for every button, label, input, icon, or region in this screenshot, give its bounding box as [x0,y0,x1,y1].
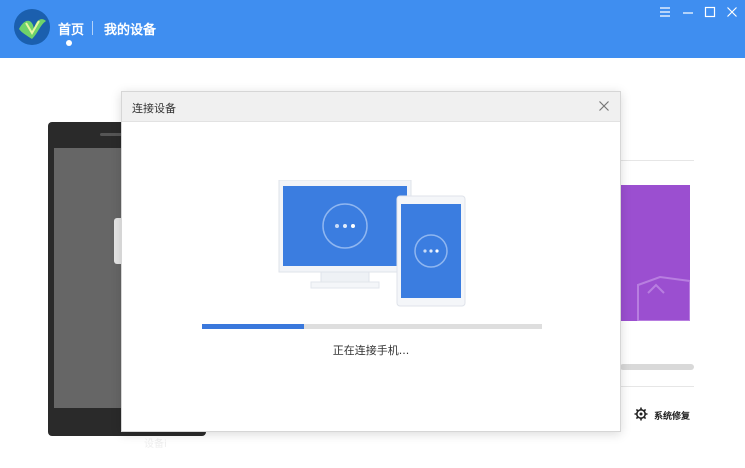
divider [620,160,694,161]
gear-icon [634,406,648,425]
maximize-icon[interactable] [702,4,718,20]
nav-divider [92,21,93,35]
app-logo-icon [14,9,50,45]
device-status-label: 设备i [144,439,167,450]
connecting-illustration [277,179,467,310]
title-bar: 首页 我的设备 [0,0,745,58]
system-repair-label: 系统修复 [654,412,691,422]
nav-home-tab[interactable]: 首页 [58,19,84,38]
system-repair-button[interactable]: 系统修复 [634,406,690,425]
connection-status-text: 正在连接手机... [332,344,410,357]
storage-bar [620,364,694,370]
connection-progress-bar [202,324,542,329]
feature-card[interactable] [620,185,690,321]
menu-icon[interactable] [657,4,673,20]
progress-fill [202,324,304,329]
active-tab-indicator [66,40,72,46]
dialog-header: 连接设备 [122,92,620,122]
close-icon[interactable] [724,4,740,20]
close-icon[interactable] [596,98,612,114]
dialog-title: 连接设备 [132,102,176,115]
minimize-icon[interactable] [680,4,696,20]
divider [620,386,694,387]
connect-device-dialog: 连接设备 正在连接手机... [121,91,621,432]
nav-my-devices-tab[interactable]: 我的设备 [104,19,156,38]
